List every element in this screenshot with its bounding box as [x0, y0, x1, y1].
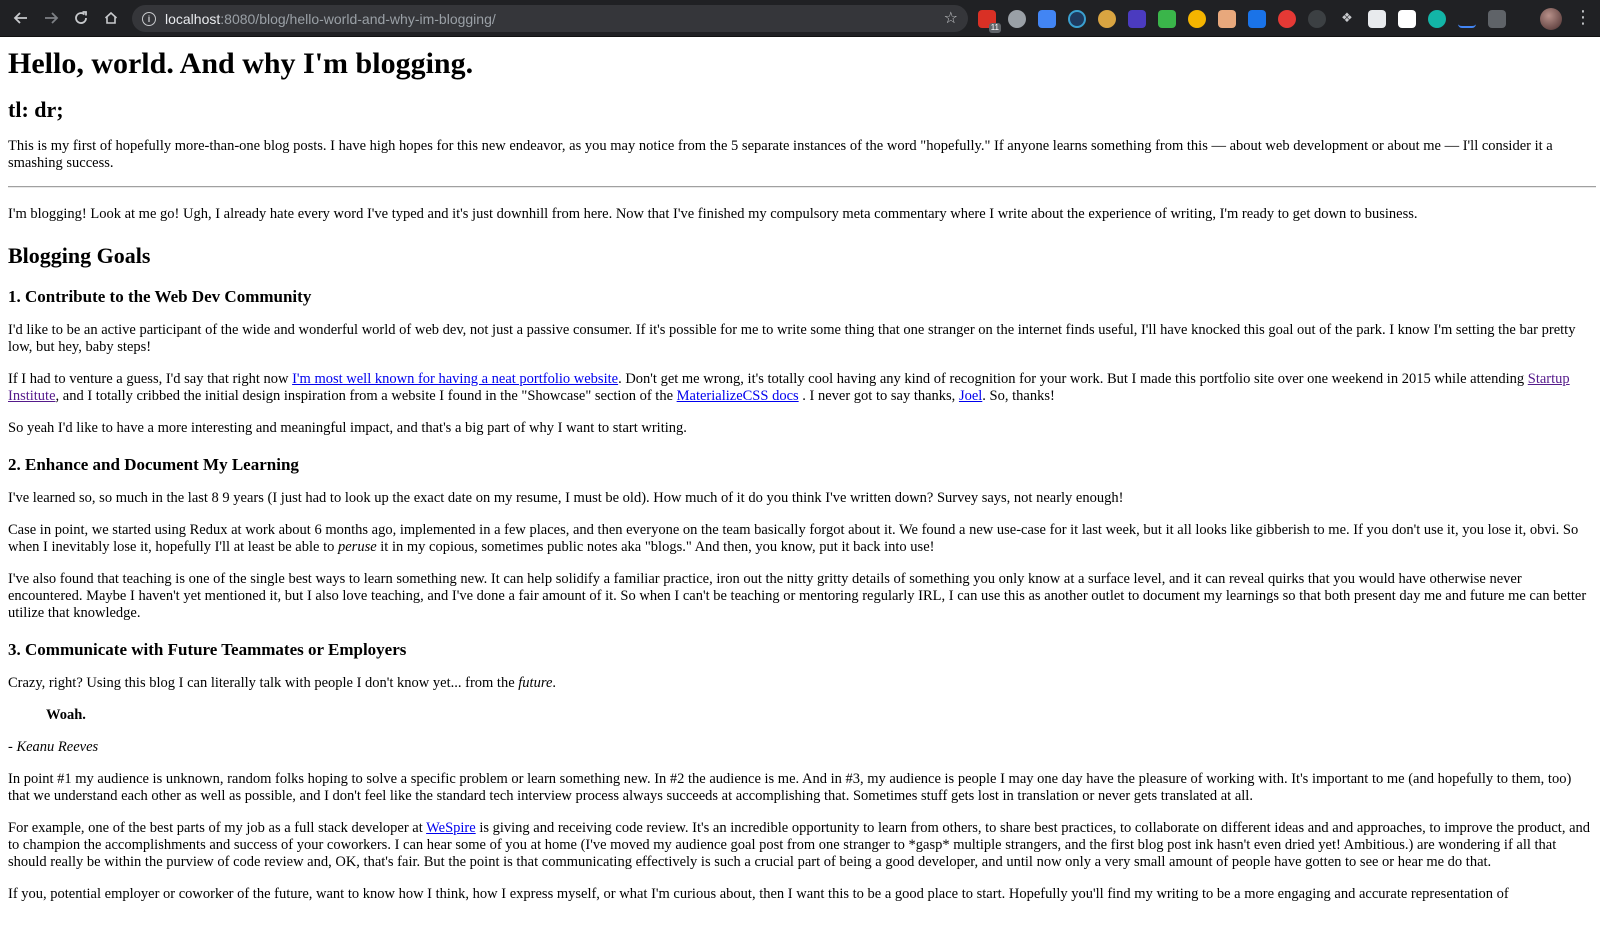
compass-extension-icon[interactable] — [1188, 10, 1206, 28]
portfolio-link[interactable]: I'm most well known for having a neat po… — [292, 371, 618, 387]
goal1-paragraph-2: If I had to venture a guess, I'd say tha… — [8, 371, 1570, 404]
teal-extension-icon[interactable] — [1428, 10, 1446, 28]
home-icon[interactable] — [96, 3, 126, 33]
camera-extension-icon[interactable] — [1068, 10, 1086, 28]
back-arrow-icon[interactable] — [6, 3, 36, 33]
extensions-bar: 11 ❖ — [978, 8, 1518, 33]
bookmark-star-icon[interactable]: ☆ — [944, 10, 958, 26]
goal2-paragraph-2: Case in point, we started using Redux at… — [8, 522, 1579, 555]
s-extension-icon[interactable] — [1398, 10, 1416, 28]
divider — [8, 186, 1596, 188]
translate-extension-icon[interactable] — [1038, 10, 1056, 28]
goal3-paragraph-2: In point #1 my audience is unknown, rand… — [8, 771, 1572, 804]
url-text[interactable]: localhost:8080/blog/hello-world-and-why-… — [165, 11, 496, 27]
more-menu-icon[interactable]: ⋮ — [1574, 9, 1592, 27]
url-host: localhost — [165, 10, 221, 27]
profile-avatar[interactable] — [1540, 8, 1562, 30]
evernote-extension-icon[interactable] — [1158, 10, 1176, 28]
goal2-paragraph-3: I've also found that teaching is one of … — [8, 571, 1587, 621]
materializecss-docs-link[interactable]: MaterializeCSS docs — [677, 388, 799, 404]
blog-post: Hello, world. And why I'm blogging. tl: … — [8, 37, 1596, 903]
joel-link[interactable]: Joel — [959, 388, 982, 404]
tldr-heading: tl: dr; — [8, 97, 64, 122]
quote-citation: - Keanu Reeves — [8, 739, 99, 755]
diamond-extension-icon[interactable] — [1128, 10, 1146, 28]
intro-paragraph: I'm blogging! Look at me go! Ugh, I alre… — [8, 206, 1418, 222]
reload-icon[interactable] — [66, 3, 96, 33]
goal1-heading: 1. Contribute to the Web Dev Community — [8, 287, 312, 306]
dropbox-extension-icon[interactable]: ❖ — [1338, 10, 1356, 28]
goal1-paragraph-3: So yeah I'd like to have a more interest… — [8, 420, 687, 436]
goal1-paragraph-1: I'd like to be an active participant of … — [8, 322, 1576, 355]
goal3-paragraph-1: Crazy, right? Using this blog I can lite… — [8, 675, 557, 691]
goal2-paragraph-1: I've learned so, so much in the last 8 9… — [8, 490, 1124, 506]
extension-badge: 11 — [988, 23, 1001, 33]
goal3-paragraph-3: For example, one of the best parts of my… — [8, 820, 1590, 870]
goal2-heading: 2. Enhance and Document My Learning — [8, 455, 299, 474]
url-path: :8080/blog/hello-world-and-why-im-bloggi… — [220, 10, 496, 27]
quote: Woah. — [46, 707, 86, 723]
wespire-link[interactable]: WeSpire — [426, 820, 476, 836]
browser-toolbar: i localhost:8080/blog/hello-world-and-wh… — [0, 0, 1600, 37]
glasses-extension-icon[interactable] — [1368, 10, 1386, 28]
record-extension-icon[interactable] — [1278, 10, 1296, 28]
chat-extension-icon[interactable] — [1008, 10, 1026, 28]
screenshot-extension-icon[interactable] — [1488, 10, 1506, 28]
goal3-heading: 3. Communicate with Future Teammates or … — [8, 640, 407, 659]
address-bar[interactable]: i localhost:8080/blog/hello-world-and-wh… — [132, 5, 968, 32]
blue-square-extension-icon[interactable] — [1248, 10, 1266, 28]
forward-arrow-icon[interactable] — [36, 3, 66, 33]
dark-extension-icon[interactable] — [1308, 10, 1326, 28]
tldr-paragraph: This is my first of hopefully more-than-… — [8, 138, 1553, 171]
drive-extension-icon[interactable] — [1458, 10, 1476, 28]
cookie-extension-icon[interactable] — [1098, 10, 1116, 28]
goals-heading: Blogging Goals — [8, 243, 151, 268]
info-icon[interactable]: i — [142, 11, 156, 26]
calendar-extension-icon[interactable]: 11 — [978, 10, 1001, 33]
character-extension-icon[interactable] — [1218, 10, 1236, 28]
goal3-paragraph-4: If you, potential employer or coworker o… — [8, 886, 1509, 902]
post-title: Hello, world. And why I'm blogging. — [8, 47, 474, 80]
